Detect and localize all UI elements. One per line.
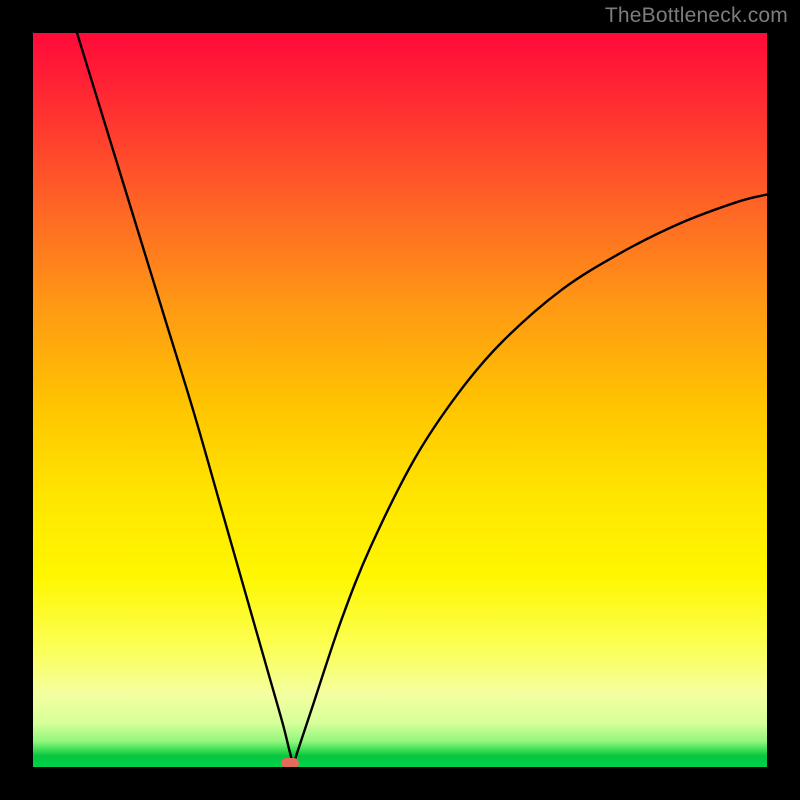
chart-frame: TheBottleneck.com xyxy=(0,0,800,800)
plot-area xyxy=(33,33,767,767)
optimum-marker xyxy=(281,758,299,767)
curve-path xyxy=(77,33,767,763)
bottleneck-curve xyxy=(33,33,767,767)
watermark-text: TheBottleneck.com xyxy=(605,4,788,28)
